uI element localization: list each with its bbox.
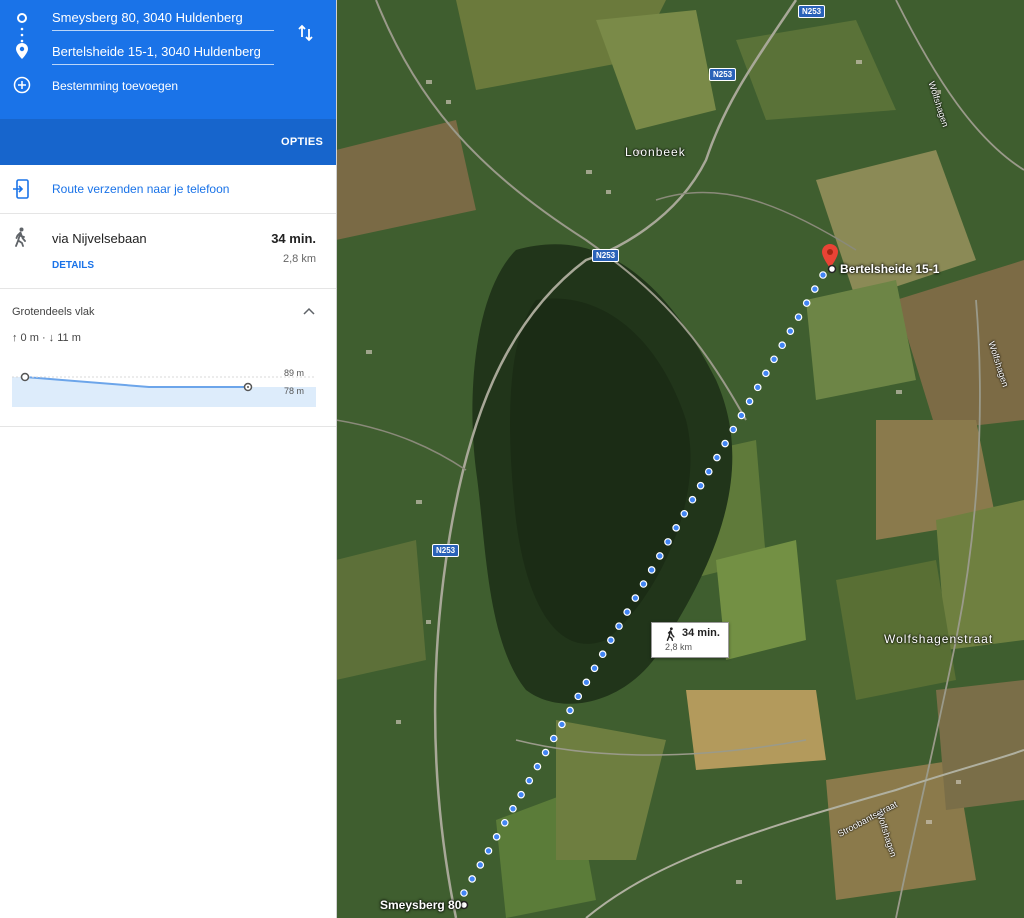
walking-icon xyxy=(666,627,675,641)
route-dot xyxy=(541,748,550,757)
road-shield-n253: N253 xyxy=(709,68,737,81)
route-dot xyxy=(509,804,517,813)
route-dot xyxy=(704,467,713,476)
route-dot xyxy=(721,439,729,448)
destination-point-icon xyxy=(827,264,837,274)
route-dot xyxy=(819,271,827,279)
route-dot xyxy=(549,734,558,743)
route-dot xyxy=(811,285,819,293)
route-dot xyxy=(794,313,803,321)
route-via[interactable]: via Nijvelsebaan xyxy=(52,231,147,246)
route-dot xyxy=(770,355,778,364)
elevation-min-label: 78 m xyxy=(284,386,305,396)
route-duration: 34 min. xyxy=(271,231,316,246)
road-shield-n253: N253 xyxy=(798,5,826,18)
destination-input[interactable]: Bertelsheide 15-1, 3040 Huldenberg xyxy=(52,44,274,65)
route-dot xyxy=(762,369,770,378)
route-dot xyxy=(656,552,664,560)
route-distance: 2,8 km xyxy=(282,253,316,265)
walking-route-line xyxy=(460,271,827,897)
route-dot xyxy=(802,299,811,307)
route-dot xyxy=(786,327,795,335)
route-dot xyxy=(598,650,607,659)
origin-input[interactable]: Smeysberg 80, 3040 Huldenberg xyxy=(52,10,274,31)
route-dot xyxy=(492,833,501,841)
route-dot xyxy=(631,594,640,602)
route-dot xyxy=(574,692,583,701)
swap-directions-icon[interactable] xyxy=(297,24,315,42)
collapse-chevron-icon[interactable] xyxy=(303,306,315,316)
place-label-wolfshagenstraat: Wolfshagenstraat xyxy=(884,632,994,646)
elevation-start-marker xyxy=(20,372,30,382)
route-dot xyxy=(517,790,525,799)
callout-duration: 34 min. xyxy=(682,627,720,639)
route-dot xyxy=(713,453,721,462)
options-bar: OPTIES xyxy=(0,119,336,165)
elevation-title: Grotendeels vlak xyxy=(12,306,95,318)
callout-distance: 2,8 km xyxy=(665,642,693,652)
origin-map-label: Smeysberg 80 xyxy=(380,898,462,912)
origin-circle-icon xyxy=(17,13,27,23)
elevation-area xyxy=(12,377,316,407)
add-destination-icon[interactable] xyxy=(13,76,31,94)
route-dot xyxy=(460,889,468,897)
send-to-phone-link[interactable]: Route verzenden naar je telefoon xyxy=(52,182,229,196)
route-dot xyxy=(753,383,762,392)
elevation-summary: ↑ 0 m · ↓ 11 m xyxy=(12,332,81,344)
route-dot xyxy=(647,566,656,574)
elevation-max-label: 89 m xyxy=(284,368,305,378)
route-dot xyxy=(582,678,591,687)
route-dot xyxy=(680,509,689,518)
route-dot xyxy=(745,397,754,406)
satellite-map[interactable]: N253 N253 N253 N253 Loonbeek Wolfshagens… xyxy=(336,0,1024,918)
route-dot xyxy=(615,622,623,630)
route-dot xyxy=(607,636,615,644)
road-shield-n253: N253 xyxy=(592,249,620,262)
route-dot xyxy=(778,341,787,350)
destination-pin-icon xyxy=(16,43,28,59)
route-dot xyxy=(623,608,631,616)
route-info-callout[interactable]: 34 min. 2,8 km xyxy=(651,622,729,658)
route-dot xyxy=(533,762,542,771)
route-dot xyxy=(737,411,746,420)
options-button[interactable]: OPTIES xyxy=(281,136,323,148)
route-dot xyxy=(672,524,680,532)
details-link[interactable]: DETAILS xyxy=(52,260,94,271)
route-dot xyxy=(696,481,705,490)
place-label-loonbeek: Loonbeek xyxy=(625,145,686,159)
divider xyxy=(0,213,336,214)
elevation-profile-chart xyxy=(12,372,316,407)
send-to-phone-icon[interactable] xyxy=(12,179,30,199)
route-dot xyxy=(500,818,509,827)
route-connector-dots-icon xyxy=(20,27,24,43)
route-dot xyxy=(639,580,648,588)
walking-icon xyxy=(15,227,26,247)
route-dot xyxy=(525,776,534,785)
destination-map-label: Bertelsheide 15-1 xyxy=(840,262,940,276)
route-dot xyxy=(566,706,574,715)
route-dot xyxy=(558,720,566,729)
route-dot xyxy=(664,538,672,546)
route-dot xyxy=(484,847,493,855)
divider xyxy=(0,288,336,289)
route-dot xyxy=(688,495,697,504)
add-destination-link[interactable]: Bestemming toevoegen xyxy=(52,79,178,93)
directions-panel: Smeysberg 80, 3040 Huldenberg Bertelshei… xyxy=(0,0,337,918)
road-shield-n253: N253 xyxy=(432,544,460,557)
divider xyxy=(0,426,336,427)
route-dot xyxy=(590,664,599,673)
route-dot xyxy=(729,425,738,434)
route-dot xyxy=(468,875,476,883)
route-dot xyxy=(476,861,485,869)
